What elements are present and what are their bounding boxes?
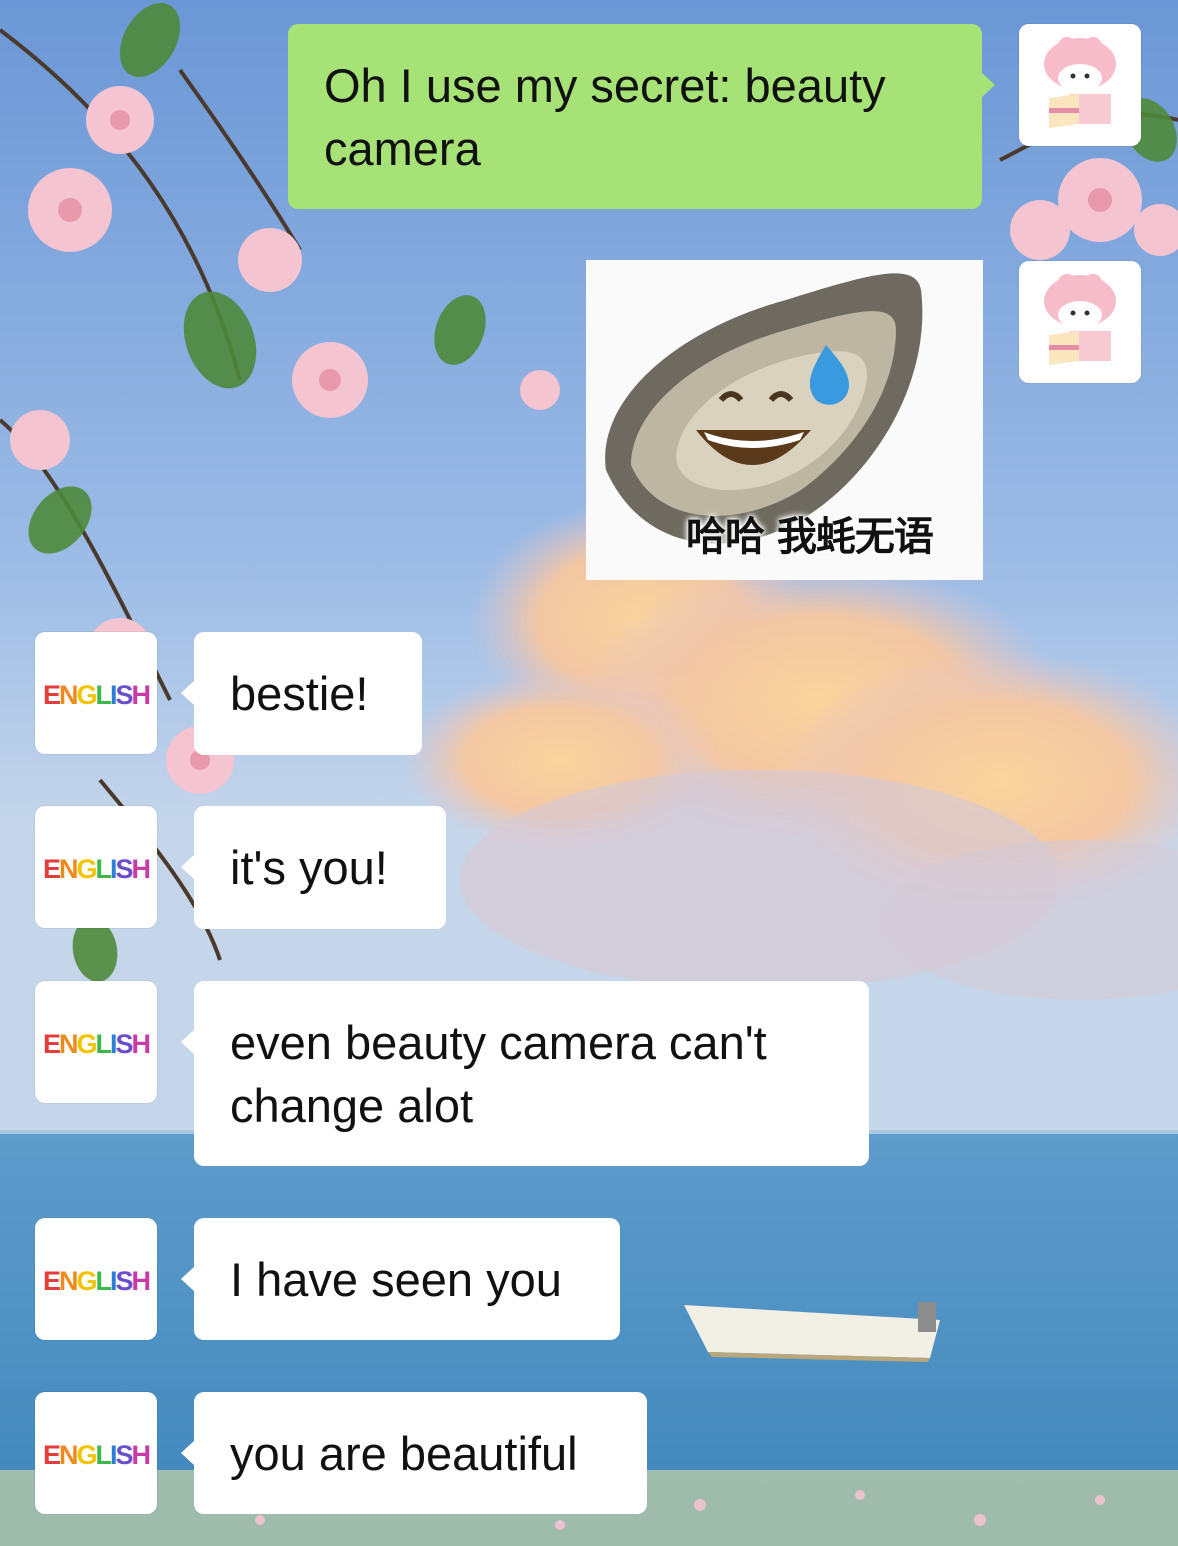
message-text: you are beautiful: [230, 1426, 578, 1480]
message-bubble-incoming[interactable]: I have seen you: [181, 1218, 620, 1340]
message-bubble-incoming[interactable]: bestie!: [181, 632, 422, 755]
english-logo-icon: ENGLISH: [42, 1029, 151, 1059]
contact-avatar[interactable]: ENGLISH: [35, 806, 157, 928]
contact-avatar[interactable]: ENGLISH: [35, 632, 157, 754]
sticker-caption: 哈哈 我蚝无语: [686, 514, 934, 560]
contact-avatar[interactable]: ENGLISH: [35, 1392, 157, 1514]
message-text: I have seen you: [230, 1252, 562, 1306]
message-text: bestie!: [230, 667, 369, 720]
message-bubble-incoming[interactable]: you are beautiful: [181, 1392, 647, 1514]
message-text: it's you!: [230, 841, 388, 894]
message-text: even beauty camera can't change alot: [230, 1015, 767, 1132]
message-bubble-incoming[interactable]: even beauty camera can't change alot: [181, 981, 869, 1166]
my-avatar[interactable]: [1019, 261, 1141, 383]
english-logo-icon: ENGLISH: [42, 680, 151, 710]
contact-avatar[interactable]: ENGLISH: [35, 1218, 157, 1340]
english-logo-icon: ENGLISH: [42, 1266, 151, 1296]
my-avatar[interactable]: [1019, 24, 1141, 146]
message-bubble-incoming[interactable]: it's you!: [181, 806, 446, 929]
english-logo-icon: ENGLISH: [42, 854, 151, 884]
bunny-cake-icon: [1019, 24, 1141, 146]
english-logo-icon: ENGLISH: [42, 1440, 151, 1470]
message-bubble-outgoing[interactable]: Oh I use my secret: beauty camera: [288, 24, 995, 209]
bunny-cake-icon: [1019, 261, 1141, 383]
sticker-message[interactable]: 哈哈 我蚝无语: [586, 260, 983, 580]
contact-avatar[interactable]: ENGLISH: [35, 981, 157, 1103]
message-text: Oh I use my secret: beauty camera: [324, 58, 886, 175]
